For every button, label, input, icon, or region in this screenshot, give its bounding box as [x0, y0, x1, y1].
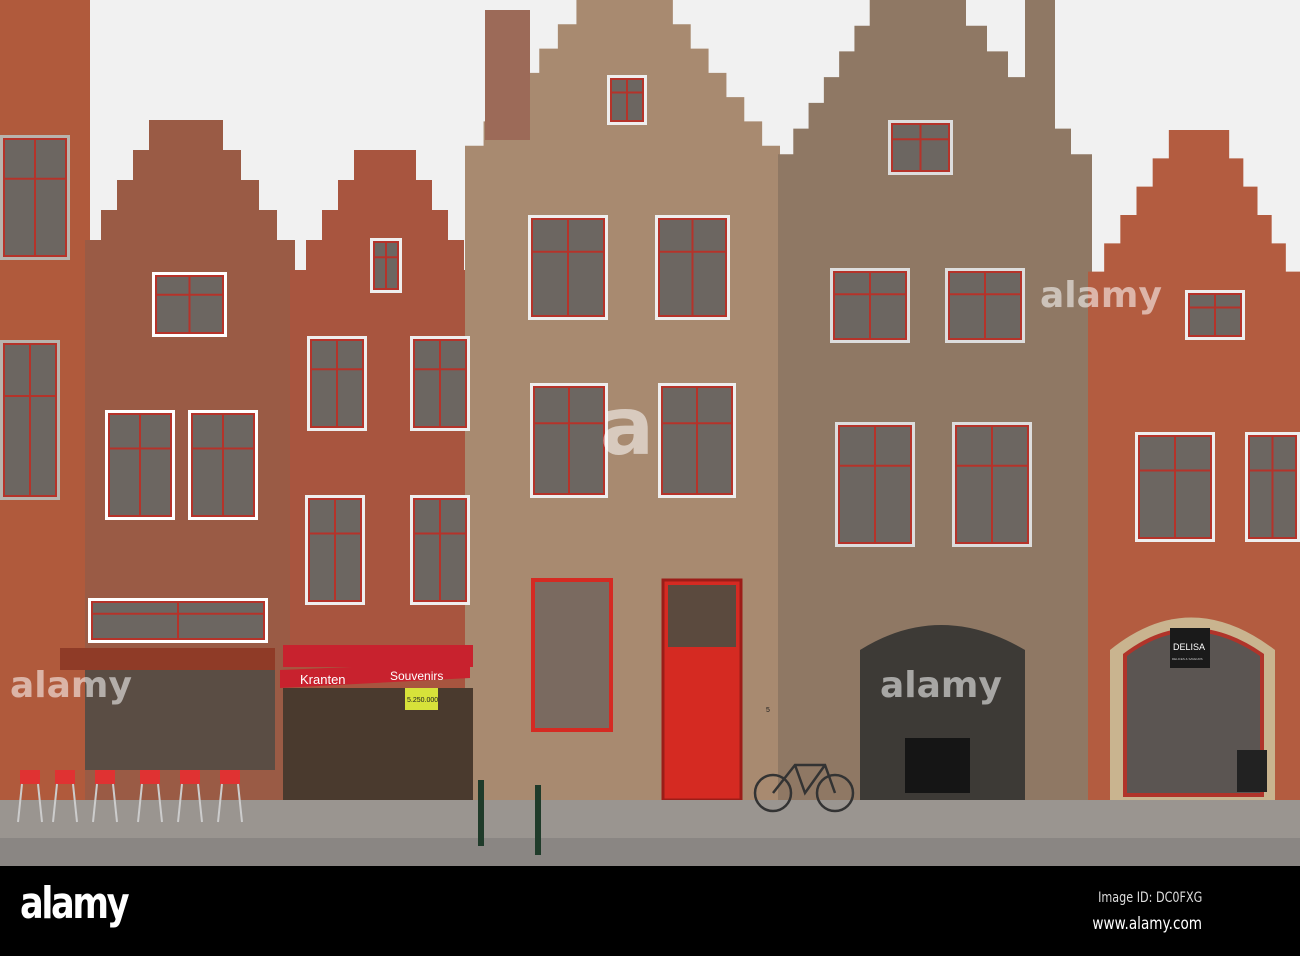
- image-id: Image ID: DC0FXG: [1097, 890, 1202, 906]
- house-number: 5: [766, 707, 770, 714]
- ground-window: [531, 578, 613, 732]
- awning-text-kranten: Kranten: [300, 672, 346, 687]
- footer-bar: alamy Image ID: DC0FXG www.alamy.com: [0, 866, 1300, 956]
- watermark-a: a: [600, 380, 654, 473]
- chalkboard: [1237, 750, 1267, 792]
- parked-car: [905, 738, 970, 793]
- cafe-chair: [140, 770, 160, 784]
- cafe-chair: [95, 770, 115, 784]
- bollard: [478, 780, 484, 846]
- awning-text-souvenirs: Souvenirs: [390, 669, 443, 683]
- cafe-chair: [55, 770, 75, 784]
- watermark-center: alamy: [880, 665, 1002, 706]
- delisa-sign-text: DELISA: [1173, 642, 1205, 652]
- site-url: www.alamy.com: [1092, 914, 1202, 934]
- alamy-logo: alamy: [20, 878, 130, 929]
- road: [0, 838, 1300, 866]
- shop-front: [283, 688, 473, 808]
- bollard: [535, 785, 541, 855]
- cafe-chair: [180, 770, 200, 784]
- watermark-left: alamy: [10, 665, 132, 706]
- lottery-sign-text: 5.250.000: [407, 697, 438, 704]
- chimney: [485, 10, 530, 140]
- stock-photo: Kranten Souvenirs 5.250.000 DELISA DELIC…: [0, 0, 1300, 956]
- cafe-chair: [20, 770, 40, 784]
- watermark-right: alamy: [1040, 275, 1162, 316]
- chimney: [1025, 0, 1055, 150]
- door-transom-window: [668, 585, 736, 647]
- delisa-sign-subtext: DELICES & SAVEURS: [1172, 657, 1203, 661]
- cafe-chair: [220, 770, 240, 784]
